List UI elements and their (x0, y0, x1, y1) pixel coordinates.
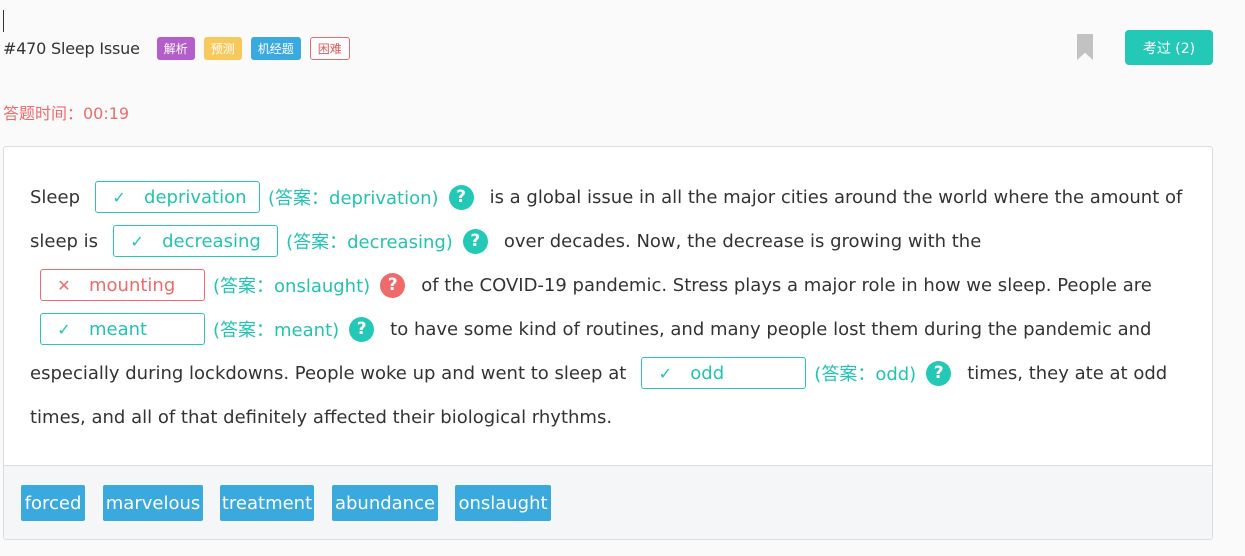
option-word[interactable]: forced (21, 485, 85, 521)
question-header: #470 Sleep Issue 解析 预测 机经题 困难 (3, 34, 359, 62)
option-word[interactable]: treatment (220, 485, 314, 521)
option-word[interactable]: onslaught (455, 485, 551, 521)
answer-timer: 答题时间：00:19 (3, 104, 130, 123)
answer-blank-4[interactable]: ✓ meant (40, 313, 205, 345)
word-options: forced marvelous treatment abundance ons… (4, 465, 1212, 539)
passage-text: over decades. Now, the decrease is growi… (503, 230, 982, 252)
passage-line: ✓ meant (答案：meant) ? to have some kind of… (30, 307, 1200, 351)
blank-value: meant (89, 318, 148, 340)
exam-taken-button[interactable]: 考过 (2) (1125, 30, 1213, 65)
blank-value: decreasing (162, 230, 261, 252)
passage-text: to have some kind of routines, and many … (390, 318, 1152, 340)
option-word[interactable]: abundance (332, 485, 438, 521)
passage-line: sleep is ✓ decreasing (答案：decreasing) ? o… (30, 219, 1200, 263)
answer-blank-1[interactable]: ✓ deprivation (95, 181, 261, 213)
help-icon[interactable]: ? (926, 360, 952, 386)
passage-line: ✕ mounting (答案：onslaught) ? of the COVID-… (30, 263, 1200, 307)
help-icon[interactable]: ? (462, 228, 488, 254)
passage-text: times, and all of that definitely affect… (30, 406, 613, 428)
check-icon: ✓ (57, 319, 71, 339)
correct-answer: (答案：onslaught) (213, 276, 371, 297)
correct-answer: (答案：decreasing) (286, 232, 453, 253)
cross-icon: ✕ (57, 275, 71, 295)
correct-answer: (答案：odd) (814, 364, 917, 385)
passage-text: especially during lockdowns. People woke… (30, 362, 627, 384)
help-icon[interactable]: ? (380, 272, 406, 298)
blank-value: deprivation (144, 186, 247, 208)
correct-answer: (答案：deprivation) (268, 188, 439, 209)
passage-line: Sleep ✓ deprivation (答案：deprivation) ? is… (30, 175, 1200, 219)
check-icon: ✓ (130, 231, 144, 251)
text-cursor (3, 10, 4, 32)
correct-answer: (答案：meant) (213, 320, 340, 341)
answer-blank-3[interactable]: ✕ mounting (40, 269, 205, 301)
help-icon[interactable]: ? (448, 184, 474, 210)
passage-line: times, and all of that definitely affect… (30, 395, 1200, 439)
tag-prediction[interactable]: 预测 (203, 36, 242, 60)
passage-text: Sleep (30, 186, 81, 208)
passage-line: especially during lockdowns. People woke… (30, 351, 1200, 395)
blank-value: odd (690, 362, 725, 384)
answer-blank-2[interactable]: ✓ decreasing (113, 225, 279, 257)
check-icon: ✓ (658, 363, 672, 383)
passage-text: times, they ate at odd (967, 362, 1168, 384)
question-title: #470 Sleep Issue (3, 38, 140, 58)
blank-value: mounting (89, 274, 176, 296)
passage-text: is a global issue in all the major citie… (489, 186, 1183, 208)
passage-text: sleep is (30, 230, 99, 252)
passage-text: of the COVID-19 pandemic. Stress plays a… (421, 274, 1152, 296)
tag-difficulty: 困难 (309, 36, 350, 60)
help-icon[interactable]: ? (349, 316, 375, 342)
passage: Sleep ✓ deprivation (答案：deprivation) ? is… (30, 175, 1200, 439)
question-panel: Sleep ✓ deprivation (答案：deprivation) ? is… (3, 146, 1213, 540)
answer-blank-5[interactable]: ✓ odd (641, 357, 807, 389)
tag-analysis[interactable]: 解析 (156, 36, 195, 60)
bookmark-icon[interactable] (1077, 34, 1093, 60)
tag-exam-question[interactable]: 机经题 (250, 36, 301, 60)
option-word[interactable]: marvelous (103, 485, 203, 521)
check-icon: ✓ (112, 187, 126, 207)
